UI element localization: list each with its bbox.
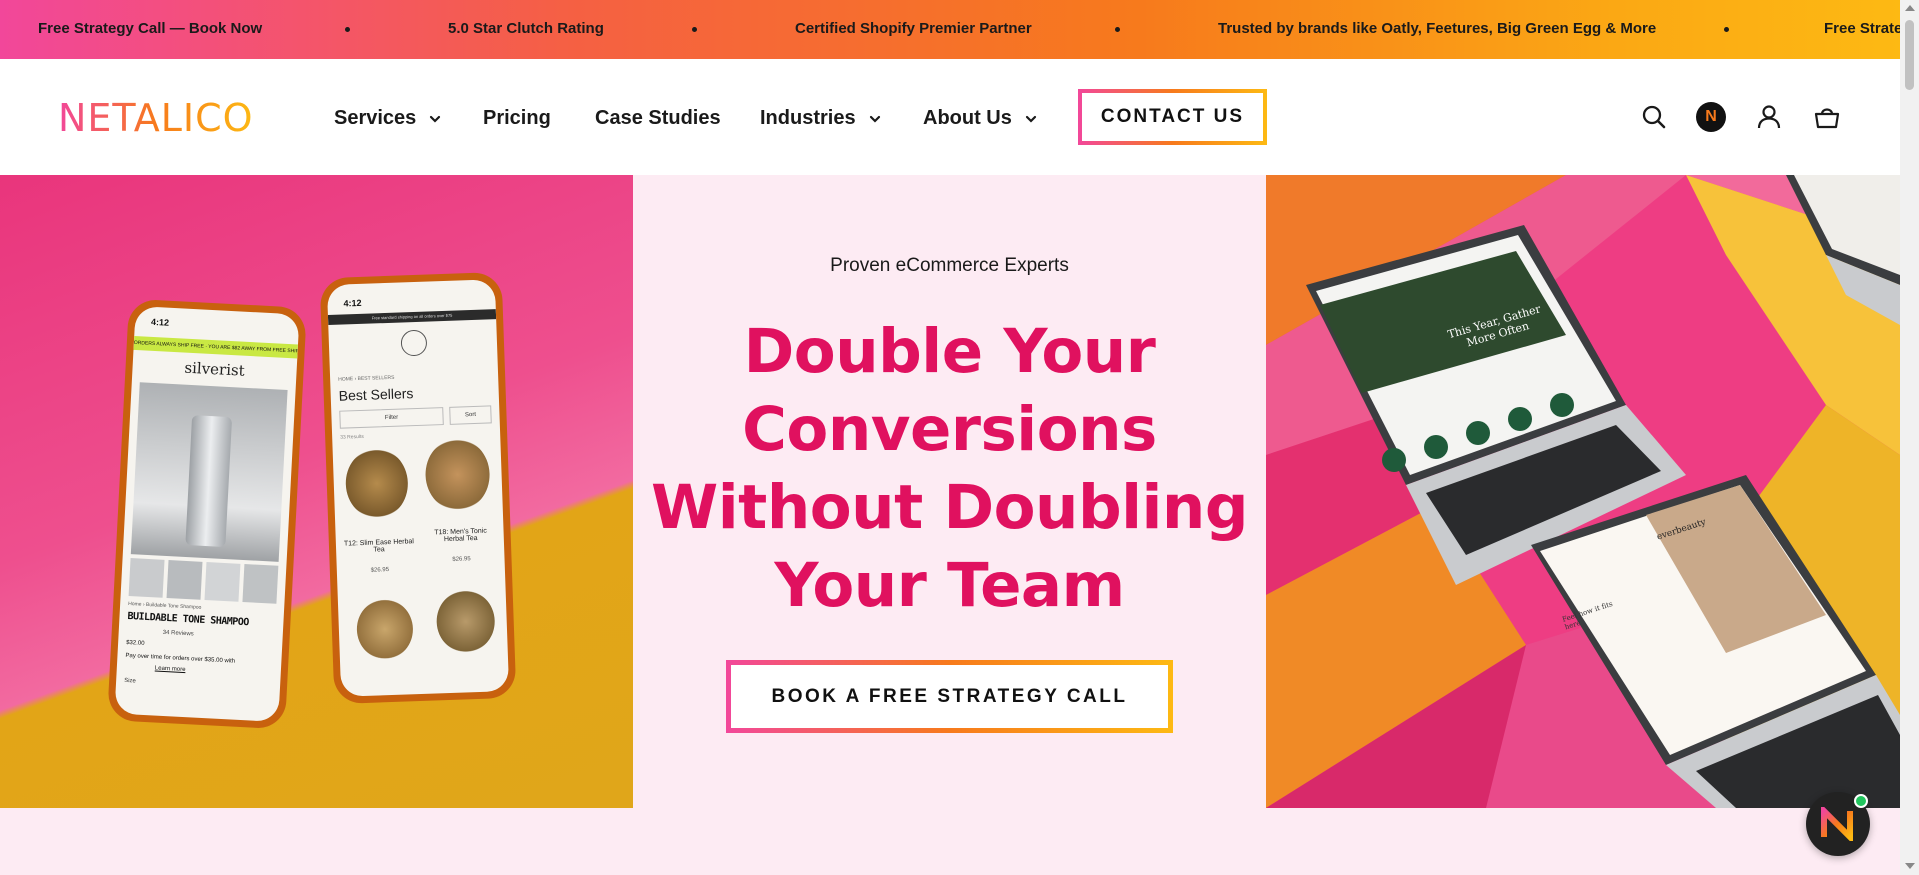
hero-section: 4:12 ORDERS ALWAYS SHIP FREE · YOU ARE $… (0, 175, 1900, 808)
netalico-badge-icon[interactable]: N (1696, 102, 1726, 132)
size-label: Size (123, 677, 136, 685)
netalico-logo[interactable]: NETALICO (58, 100, 284, 134)
scroll-up-arrow-icon[interactable] (1905, 5, 1915, 11)
hero-content: Proven eCommerce Experts Double Your Con… (633, 175, 1266, 808)
phone-time: 4:12 (150, 316, 170, 328)
nav-services-label: Services (334, 107, 417, 129)
product-price: $26.95 (452, 556, 471, 563)
page-scrollbar[interactable] (1900, 0, 1919, 875)
nav-pricing-label: Pricing (483, 107, 551, 129)
product-image (344, 447, 410, 520)
collection-title: Best Sellers (338, 385, 414, 404)
chat-widget-button[interactable] (1806, 792, 1870, 856)
breadcrumb: Home › Buildable Tone Shampoo (128, 601, 202, 611)
search-icon[interactable] (1639, 102, 1669, 132)
product-name: T18: Men's Tonic Herbal Tea (434, 527, 487, 544)
account-icon[interactable] (1754, 102, 1784, 132)
announcement-item: Trusted by brands like Oatly, Feetures, … (1218, 20, 1657, 37)
announcement-separator (692, 27, 697, 32)
contact-us-button[interactable]: CONTACT US (1078, 89, 1267, 145)
chevron-down-icon (1025, 115, 1036, 123)
store-logo (400, 329, 428, 357)
hero-eyebrow: Proven eCommerce Experts (830, 255, 1069, 276)
nav-services[interactable]: Services (334, 107, 442, 130)
phone-screen: 4:12 Free standard shipping on all order… (326, 279, 510, 697)
announcement-separator (1115, 27, 1120, 32)
headline-line: Without Doubling (650, 472, 1249, 543)
book-strategy-call-label: BOOK A FREE STRATEGY CALL (731, 665, 1168, 728)
cart-icon[interactable] (1812, 102, 1842, 132)
nav-case-studies[interactable]: Case Studies (595, 107, 721, 130)
nav-industries-label: Industries (760, 107, 856, 129)
chevron-down-icon (869, 115, 880, 123)
hero-headline: Double Your Conversions Without Doubling… (633, 313, 1266, 625)
nav-pricing[interactable]: Pricing (483, 107, 551, 130)
phone-mockup-silverist: 4:12 ORDERS ALWAYS SHIP FREE · YOU ARE $… (107, 298, 307, 730)
announcement-item[interactable]: Free Strateg (1824, 20, 1900, 37)
headline-line: Conversions (742, 394, 1157, 465)
product-price: $26.95 (370, 567, 390, 574)
announcement-separator (345, 27, 350, 32)
product-image (435, 589, 496, 654)
next-section (0, 808, 1900, 875)
contact-us-label: CONTACT US (1082, 93, 1263, 141)
phone-screen: 4:12 ORDERS ALWAYS SHIP FREE · YOU ARE $… (114, 305, 300, 723)
phone-mockup-tea-store: 4:12 Free standard shipping on all order… (319, 271, 517, 705)
review-count: 34 Reviews (162, 629, 194, 638)
announcement-item: 5.0 Star Clutch Rating (448, 20, 604, 37)
product-image (424, 437, 491, 512)
product-title: BUILDABLE TONE SHAMPOO (127, 610, 250, 629)
product-price: $32.00 (125, 639, 145, 647)
hero-laptops-image: This Year, Gather More Often everbeauty … (1266, 175, 1900, 808)
product-name: T12: Slim Ease Herbal Tea (343, 538, 415, 554)
badge-letter: N (1696, 102, 1726, 132)
announcement-bar: Free Strategy Call — Book Now 5.0 Star C… (0, 0, 1900, 59)
phone-brand: silverist (183, 358, 246, 380)
chevron-down-icon (430, 115, 441, 123)
nav-about-us-label: About Us (923, 107, 1012, 129)
filter-button: Filter (339, 407, 444, 429)
phone-promo-strip: ORDERS ALWAYS SHIP FREE · YOU ARE $82 AW… (133, 335, 298, 359)
phone-time: 4:12 (343, 297, 362, 309)
breadcrumb: HOME › BEST SELLERS (338, 374, 395, 383)
online-status-dot (1854, 794, 1868, 808)
nav-industries[interactable]: Industries (760, 107, 882, 130)
phone-promo-strip: Free standard shipping on all orders ove… (327, 309, 497, 326)
scroll-thumb[interactable] (1905, 20, 1914, 90)
learn-more-link: Learn more (154, 665, 186, 674)
nav-case-studies-label: Case Studies (595, 107, 721, 129)
logo-text: NETALICO (58, 100, 254, 134)
nav-about-us[interactable]: About Us (923, 107, 1038, 130)
site-header: NETALICO Services Pricing Case Studies I… (0, 59, 1900, 175)
sort-button: Sort (449, 405, 492, 425)
results-count: 33 Results (340, 433, 364, 441)
announcement-separator (1724, 27, 1729, 32)
payment-note: Pay over time for orders over $35.00 wit… (125, 652, 236, 665)
product-image (130, 382, 288, 562)
scroll-down-arrow-icon[interactable] (1905, 863, 1915, 869)
headline-line: Your Team (774, 550, 1125, 621)
book-strategy-call-button[interactable]: BOOK A FREE STRATEGY CALL (726, 660, 1173, 733)
product-image (355, 598, 414, 661)
headline-line: Double Your (743, 316, 1156, 387)
announcement-item: Certified Shopify Premier Partner (795, 20, 1032, 37)
netalico-chat-icon (1821, 807, 1853, 841)
hero-phones-image: 4:12 ORDERS ALWAYS SHIP FREE · YOU ARE $… (0, 175, 633, 808)
laptops-illustration (1266, 175, 1900, 808)
announcement-item[interactable]: Free Strategy Call — Book Now (38, 20, 262, 37)
thumbnail-strip (128, 558, 279, 604)
